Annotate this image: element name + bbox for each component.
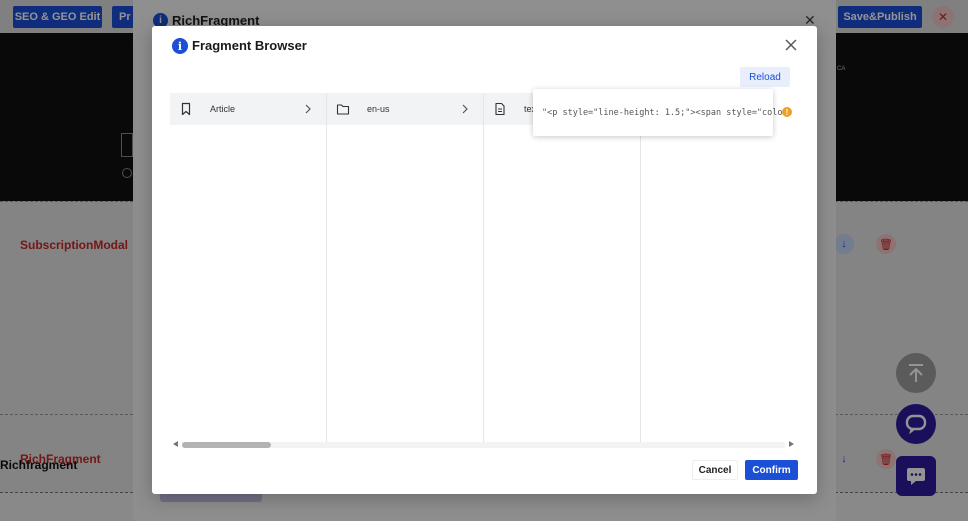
- column-4: [641, 93, 797, 443]
- scrollbar-track[interactable]: [182, 442, 785, 448]
- modal-title: Fragment Browser: [192, 38, 307, 53]
- content-preview-tooltip: "<p style="line-height: 1.5;"><span styl…: [533, 89, 794, 136]
- warning-icon: !: [782, 107, 792, 117]
- modal-header: i Fragment Browser: [152, 26, 817, 66]
- scroll-right-icon[interactable]: [789, 441, 794, 447]
- column-3: tex: [484, 93, 641, 443]
- bookmark-icon: [181, 102, 191, 116]
- column-item-label: Article: [210, 104, 236, 114]
- chevron-right-icon: [305, 104, 311, 114]
- column-item-label: en-us: [367, 104, 390, 114]
- scroll-left-icon[interactable]: [173, 441, 178, 447]
- confirm-button[interactable]: Confirm: [745, 460, 798, 480]
- info-icon: i: [172, 38, 188, 54]
- folder-icon: [336, 104, 350, 115]
- column-2: en-us: [327, 93, 484, 443]
- scrollbar-thumb[interactable]: [182, 442, 271, 448]
- fragment-column-browser: Article en-us tex: [170, 93, 797, 443]
- fragment-browser-modal: i Fragment Browser Reload Article en-us …: [152, 26, 817, 494]
- reload-button[interactable]: Reload: [740, 67, 790, 87]
- document-icon: [495, 102, 505, 116]
- close-icon[interactable]: [784, 38, 798, 52]
- horizontal-scrollbar[interactable]: [170, 439, 797, 451]
- chevron-right-icon: [462, 104, 468, 114]
- column-item-article[interactable]: Article: [170, 93, 326, 125]
- column-1: Article: [170, 93, 327, 443]
- cancel-button[interactable]: Cancel: [692, 460, 738, 480]
- content-preview-text: "<p style="line-height: 1.5;"><span styl…: [542, 108, 794, 118]
- column-item-en-us[interactable]: en-us: [327, 93, 483, 125]
